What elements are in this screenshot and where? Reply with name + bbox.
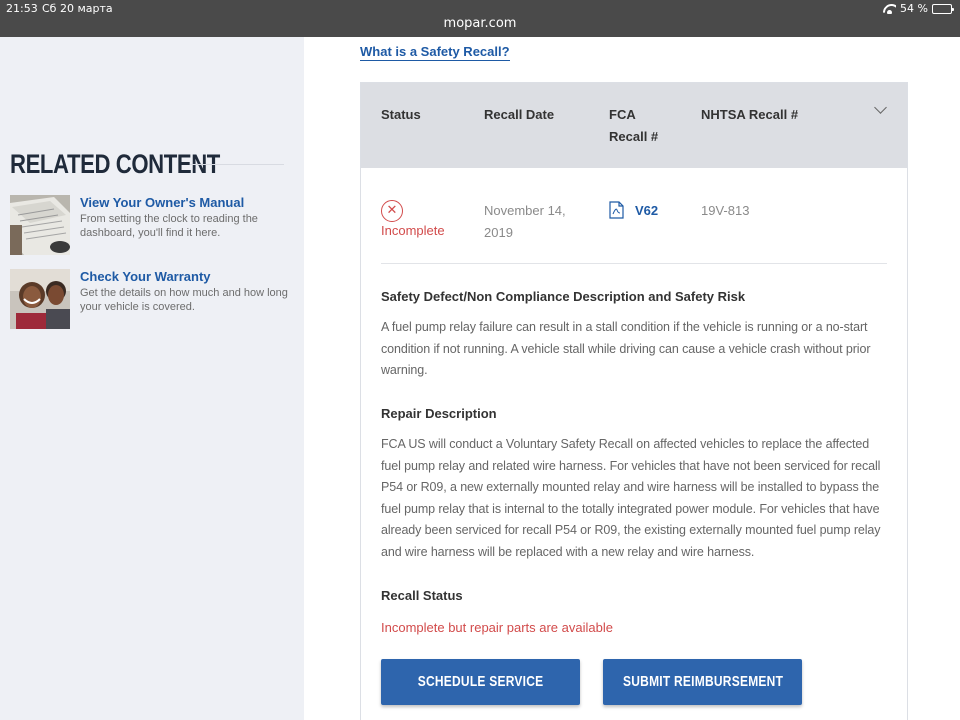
nhtsa-recall-cell: 19V-813 [701, 203, 750, 218]
header-status: Status [381, 107, 421, 122]
header-fca-recall: FCA Recall # [609, 104, 658, 148]
chevron-down-icon[interactable] [874, 101, 887, 114]
header-fca-line2: Recall # [609, 129, 659, 144]
recall-status-title: Recall Status [381, 588, 463, 603]
fca-recall-link[interactable]: V62 [635, 200, 658, 222]
sidebar: RELATED CONTENT View Your Owner's Manual… [0, 37, 304, 720]
related-content-heading: RELATED CONTENT [10, 149, 220, 179]
what-is-safety-recall-link[interactable]: What is a Safety Recall? [360, 44, 510, 61]
recall-date-cell: November 14, 2019 [484, 203, 566, 240]
status-bar: 21:53 Сб 20 марта mopar.com 54 % [0, 0, 960, 37]
pdf-icon[interactable] [609, 201, 624, 219]
warranty-description: Get the details on how much and how long… [80, 287, 288, 313]
warranty-couple-thumbnail-icon[interactable] [10, 269, 70, 329]
incomplete-x-icon: ✕ [381, 200, 403, 222]
warranty-link[interactable]: Check Your Warranty [80, 269, 211, 284]
defect-section-body: A fuel pump relay failure can result in … [381, 320, 871, 378]
wifi-icon [883, 4, 896, 14]
recall-card: Status Recall Date FCA Recall # NHTSA Re… [360, 82, 908, 720]
recall-status-cell: Incomplete [381, 223, 445, 238]
row-divider [381, 263, 887, 264]
owners-manual-link[interactable]: View Your Owner's Manual [80, 195, 244, 210]
header-fca-line1: FCA [609, 107, 636, 122]
submit-reimbursement-label: SUBMIT REIMBURSEMENT [623, 673, 784, 690]
battery-icon [932, 3, 954, 14]
date: Сб 20 марта [42, 2, 113, 15]
repair-section-title: Repair Description [381, 406, 497, 421]
owners-manual-description: From setting the clock to reading the da… [80, 213, 258, 239]
repair-section-body: FCA US will conduct a Voluntary Safety R… [381, 437, 881, 559]
header-nhtsa-recall: NHTSA Recall # [701, 107, 799, 122]
address-bar-url[interactable]: mopar.com [0, 16, 960, 31]
schedule-service-button[interactable]: SCHEDULE SERVICE [381, 659, 580, 705]
recall-status-value: Incomplete but repair parts are availabl… [381, 620, 613, 635]
heading-rule [190, 164, 284, 165]
battery-percent: 54 % [900, 2, 928, 15]
clock: 21:53 [6, 2, 38, 15]
schedule-service-label: SCHEDULE SERVICE [417, 673, 544, 690]
status-icons: 54 % [883, 2, 954, 15]
recall-table-header[interactable]: Status Recall Date FCA Recall # NHTSA Re… [361, 83, 907, 168]
header-recall-date: Recall Date [484, 107, 555, 122]
submit-reimbursement-button[interactable]: SUBMIT REIMBURSEMENT [603, 659, 802, 705]
defect-section-title: Safety Defect/Non Compliance Description… [381, 289, 746, 304]
owners-manual-thumbnail-icon[interactable] [10, 195, 70, 255]
